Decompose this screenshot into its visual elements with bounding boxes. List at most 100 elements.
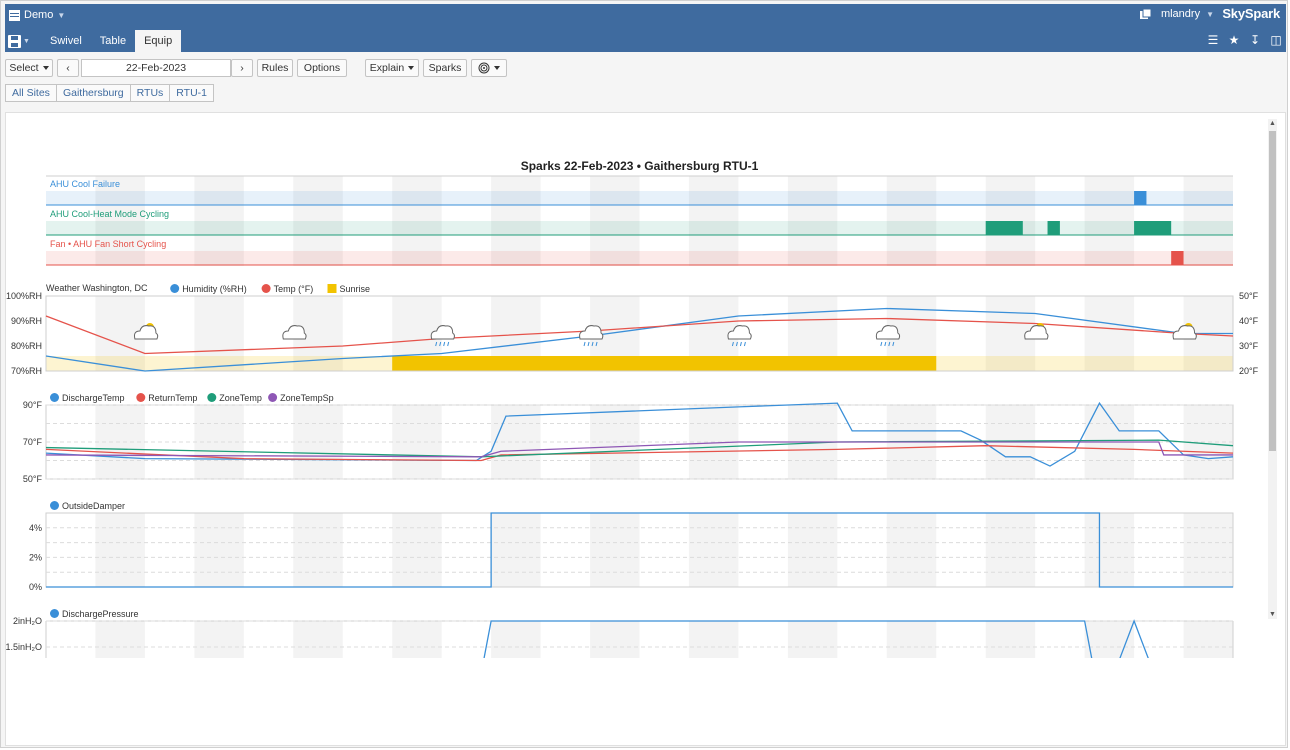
save-menu-button[interactable]: ▼ xyxy=(8,33,30,49)
tab-swivel[interactable]: Swivel xyxy=(41,30,91,52)
chevron-down-icon xyxy=(408,66,415,70)
tab-equip[interactable]: Equip xyxy=(135,30,182,52)
target-dropdown[interactable] xyxy=(471,59,507,77)
breadcrumb-all-sites[interactable]: All Sites xyxy=(5,84,57,102)
star-icon[interactable]: ★ xyxy=(1228,33,1240,47)
hour-stripe xyxy=(590,621,640,658)
legend-label: ZoneTempSp xyxy=(280,393,334,403)
sparks-button[interactable]: Sparks xyxy=(423,59,467,77)
sunrise-band xyxy=(392,356,937,371)
target-icon xyxy=(478,62,490,74)
y-tick-label: 20°F xyxy=(1239,366,1259,376)
options-button[interactable]: Options xyxy=(297,59,347,77)
legend-label: DischargeTemp xyxy=(62,393,125,403)
rain-drop xyxy=(880,341,883,347)
app-menu-label: Demo xyxy=(24,9,54,21)
scroll-thumb[interactable] xyxy=(1269,131,1276,451)
hour-stripe xyxy=(886,513,937,587)
hour-stripe xyxy=(787,621,838,658)
spark-bar xyxy=(1134,191,1147,205)
app-menu[interactable]: Demo ▼ xyxy=(9,7,65,23)
spark-row-label: Fan • AHU Fan Short Cycling xyxy=(50,239,166,249)
legend-swatch xyxy=(50,609,59,618)
rules-button[interactable]: Rules xyxy=(257,59,293,77)
chevron-down-icon xyxy=(494,66,500,70)
sparks-chart-panel: Sparks 22-Feb-2023 • Gaithersburg RTU-1 … xyxy=(5,112,1286,746)
brand-logo: SkySpark xyxy=(1222,6,1280,21)
hour-stripe xyxy=(985,621,1036,658)
hour-stripe xyxy=(491,621,541,658)
breadcrumb-equip[interactable]: RTU-1 xyxy=(169,84,215,102)
cloud-shape xyxy=(875,325,901,340)
toolbar: Select ‹ 22-Feb-2023 › Rules Options Exp… xyxy=(5,59,1285,77)
rain-drop xyxy=(587,341,590,347)
prev-date-button[interactable]: ‹ xyxy=(57,59,79,77)
spark-bar xyxy=(1047,221,1060,235)
legend-label: ZoneTemp xyxy=(219,393,262,403)
legend-swatch xyxy=(268,393,278,402)
hour-stripe xyxy=(293,621,343,658)
rain-drop xyxy=(743,341,746,347)
hour-stripe xyxy=(194,621,244,658)
side-panel-icon[interactable]: ◫ xyxy=(1270,33,1282,47)
y-tick-label: 30°F xyxy=(1239,341,1259,351)
menu-icon xyxy=(9,9,20,21)
date-field[interactable]: 22-Feb-2023 xyxy=(81,59,231,77)
app-header: Demo ▼ mlandry ▼ SkySpark ▼ Swivel Table… xyxy=(5,4,1286,52)
breadcrumb: All Sites Gaithersburg RTUs RTU-1 xyxy=(5,84,215,102)
chevron-down-icon: ▼ xyxy=(57,10,66,20)
cloud-shape xyxy=(282,325,307,340)
legend-swatch xyxy=(136,393,146,402)
list-icon[interactable]: ☰ xyxy=(1207,33,1219,47)
next-date-button[interactable]: › xyxy=(231,59,253,77)
y-tick-label: 70°F xyxy=(23,437,43,447)
breadcrumb-site[interactable]: Gaithersburg xyxy=(55,84,131,102)
download-icon[interactable]: ↧ xyxy=(1249,33,1261,47)
y-tick-label: 100%RH xyxy=(6,291,42,301)
hour-stripe xyxy=(1183,513,1233,587)
scroll-down-icon[interactable]: ▼ xyxy=(1268,610,1277,619)
hour-stripe xyxy=(392,513,442,587)
hour-stripe xyxy=(1183,621,1233,658)
hour-stripe xyxy=(1084,513,1135,587)
y-tick-label: 70%RH xyxy=(11,366,42,376)
vertical-scrollbar[interactable]: ▲ ▼ xyxy=(1268,119,1277,619)
spark-bar xyxy=(1171,251,1184,265)
explain-dropdown[interactable]: Explain xyxy=(365,59,419,77)
hour-stripe xyxy=(886,621,937,658)
y-tick-label: 90°F xyxy=(23,400,43,410)
view-tabs: Swivel Table Equip xyxy=(41,30,182,52)
rain-drop xyxy=(739,341,742,347)
user-menu[interactable]: mlandry ▼ xyxy=(1161,8,1214,20)
hour-stripe xyxy=(194,513,244,587)
hour-stripe xyxy=(590,513,640,587)
legend-label: Humidity (%RH) xyxy=(182,284,247,294)
header-row-tabs: ▼ Swivel Table Equip ☰ ★ ↧ ◫ xyxy=(5,30,1286,52)
chevron-down-icon: ▼ xyxy=(1206,9,1214,19)
spark-row-label: AHU Cool Failure xyxy=(50,179,120,189)
windows-icon[interactable] xyxy=(1140,9,1152,20)
legend-label: DischargePressure xyxy=(62,609,139,619)
scroll-up-icon[interactable]: ▲ xyxy=(1268,119,1277,128)
legend-label: ReturnTemp xyxy=(148,393,197,403)
chevron-left-icon: ‹ xyxy=(66,62,70,74)
legend-swatch xyxy=(170,284,180,293)
rain-drop xyxy=(583,341,586,347)
select-dropdown[interactable]: Select xyxy=(5,59,53,77)
spark-bar xyxy=(985,221,1023,235)
y-tick-label: 4% xyxy=(29,523,42,533)
hour-stripe xyxy=(787,513,838,587)
tab-table[interactable]: Table xyxy=(91,30,135,52)
breadcrumb-equip-type[interactable]: RTUs xyxy=(129,84,171,102)
chevron-right-icon: › xyxy=(240,62,244,74)
weather-chart-title: Weather Washington, DC xyxy=(46,283,148,293)
header-row-top: Demo ▼ mlandry ▼ SkySpark xyxy=(5,4,1286,26)
y-tick-label: 90%RH xyxy=(11,316,42,326)
hour-stripe xyxy=(491,513,541,587)
chevron-down-icon xyxy=(42,66,49,70)
skyspark-window: Demo ▼ mlandry ▼ SkySpark ▼ Swivel Table… xyxy=(0,0,1288,748)
y-tick-label: 2% xyxy=(29,552,42,562)
legend-swatch xyxy=(327,284,337,293)
spark-bar xyxy=(1134,221,1172,235)
legend-label: Temp (°F) xyxy=(274,284,314,294)
